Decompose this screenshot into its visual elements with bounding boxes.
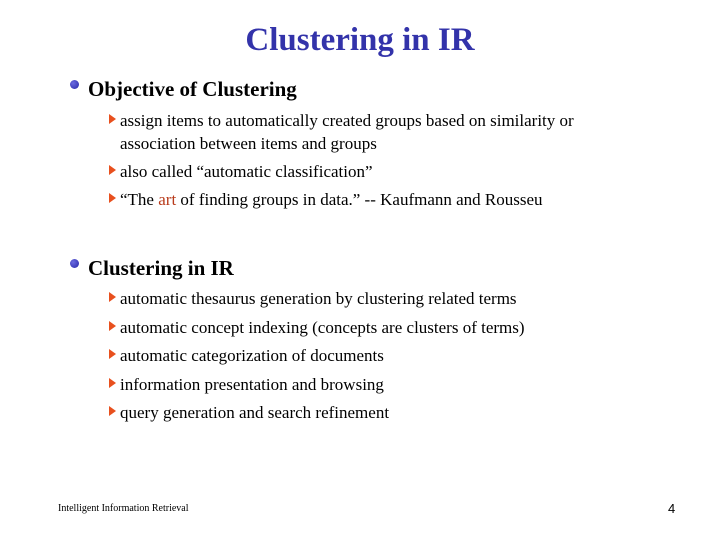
bullet-arrow-icon [109,406,116,416]
list-item-text: automatic concept indexing (concepts are… [120,318,525,337]
bullet-arrow-icon [109,321,116,331]
list-item-text: information presentation and browsing [120,375,384,394]
list-item-text: automatic thesaurus generation by cluste… [120,289,517,308]
slide-title: Clustering in IR [245,22,475,58]
quote-end: of finding groups in data.” -- Kaufmann … [176,190,543,209]
section-heading-label: Clustering in IR [88,256,234,280]
section-heading-label: Objective of Clustering [88,77,297,101]
list-item-text: query generation and search refinement [120,403,390,422]
bullet-dot-icon [70,80,79,89]
bullet-arrow-icon [109,378,116,388]
bullet-arrow-icon [109,193,116,203]
list-item-text: automatic categorization of documents [120,346,384,365]
quote-start: “The [120,190,159,209]
list-item-text: “The art of finding groups in data.” -- … [120,189,543,211]
list-item-text: also called “automatic classification” [120,162,373,181]
page-number: 4 [668,501,676,516]
bullet-arrow-icon [109,292,116,302]
accent-word: art [158,190,177,209]
bullet-arrow-icon [109,349,116,359]
list-item-text: association between items and groups [120,134,377,153]
bullet-dot-icon [70,259,79,268]
bullet-arrow-icon [109,165,116,175]
footer-course-title: Intelligent Information Retrieval [58,503,189,514]
bullet-arrow-icon [109,114,116,124]
list-item-text: assign items to automatically created gr… [120,111,574,130]
